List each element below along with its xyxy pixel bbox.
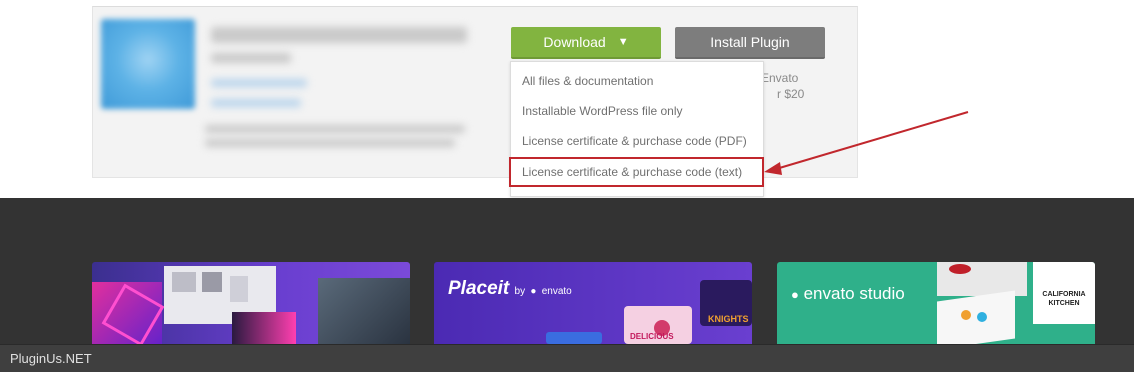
promo-card-envato-studio[interactable]: ● envato studio CALIFORNIA KITCHEN [777, 262, 1095, 344]
watermark-bar: PluginUs.NET [0, 344, 1134, 372]
side-text-envato: Envato [761, 71, 799, 85]
placeit-logo-text: Placeit [448, 278, 510, 299]
item-link-blurred [211, 99, 301, 107]
promo-card-placeit[interactable]: Placeit by ● envato DELICIOUS KNIGHTS [434, 262, 752, 344]
download-dropdown-menu: All files & documentation Installable Wo… [508, 61, 765, 197]
watermark-text: PluginUs.NET [10, 351, 92, 366]
side-text-price: r $20 [777, 87, 805, 101]
promo-card-themeforest[interactable] [92, 262, 410, 344]
placeit-by-text: by [514, 286, 526, 297]
item-meta-blurred [211, 79, 307, 87]
download-button[interactable]: Download ▼ [511, 27, 661, 59]
envato-studio-logo: ● envato studio [791, 284, 905, 304]
product-area: Download ▼ Install Plugin Envato r $20 A… [0, 0, 1134, 198]
california-kitchen-text: CALIFORNIA KITCHEN [1042, 291, 1086, 307]
item-desc-blurred-1 [205, 125, 465, 133]
item-title-blurred [211, 27, 467, 43]
install-plugin-label: Install Plugin [710, 34, 790, 50]
dropdown-item-wordpress-file[interactable]: Installable WordPress file only [511, 96, 763, 126]
item-subtitle-blurred [211, 53, 291, 63]
placeit-envato-text: envato [541, 286, 572, 297]
install-plugin-button[interactable]: Install Plugin [675, 27, 825, 59]
dropdown-item-license-pdf[interactable]: License certificate & purchase code (PDF… [511, 126, 763, 156]
item-thumbnail[interactable] [101, 19, 195, 109]
delicious-badge-text: DELICIOUS [630, 332, 674, 341]
item-desc-blurred-2 [205, 139, 455, 147]
dropdown-caret-icon: ▼ [617, 36, 629, 48]
knights-badge-text: KNIGHTS [708, 314, 749, 324]
placeit-logo: Placeit by ● envato [448, 278, 572, 300]
dropdown-item-all-files[interactable]: All files & documentation [511, 66, 763, 96]
envato-studio-text: envato studio [803, 284, 905, 303]
download-label: Download [543, 34, 606, 50]
envato-leaf-icon: ● [791, 287, 799, 302]
dropdown-item-license-text[interactable]: License certificate & purchase code (tex… [508, 156, 765, 188]
envato-leaf-icon: ● [530, 286, 537, 297]
